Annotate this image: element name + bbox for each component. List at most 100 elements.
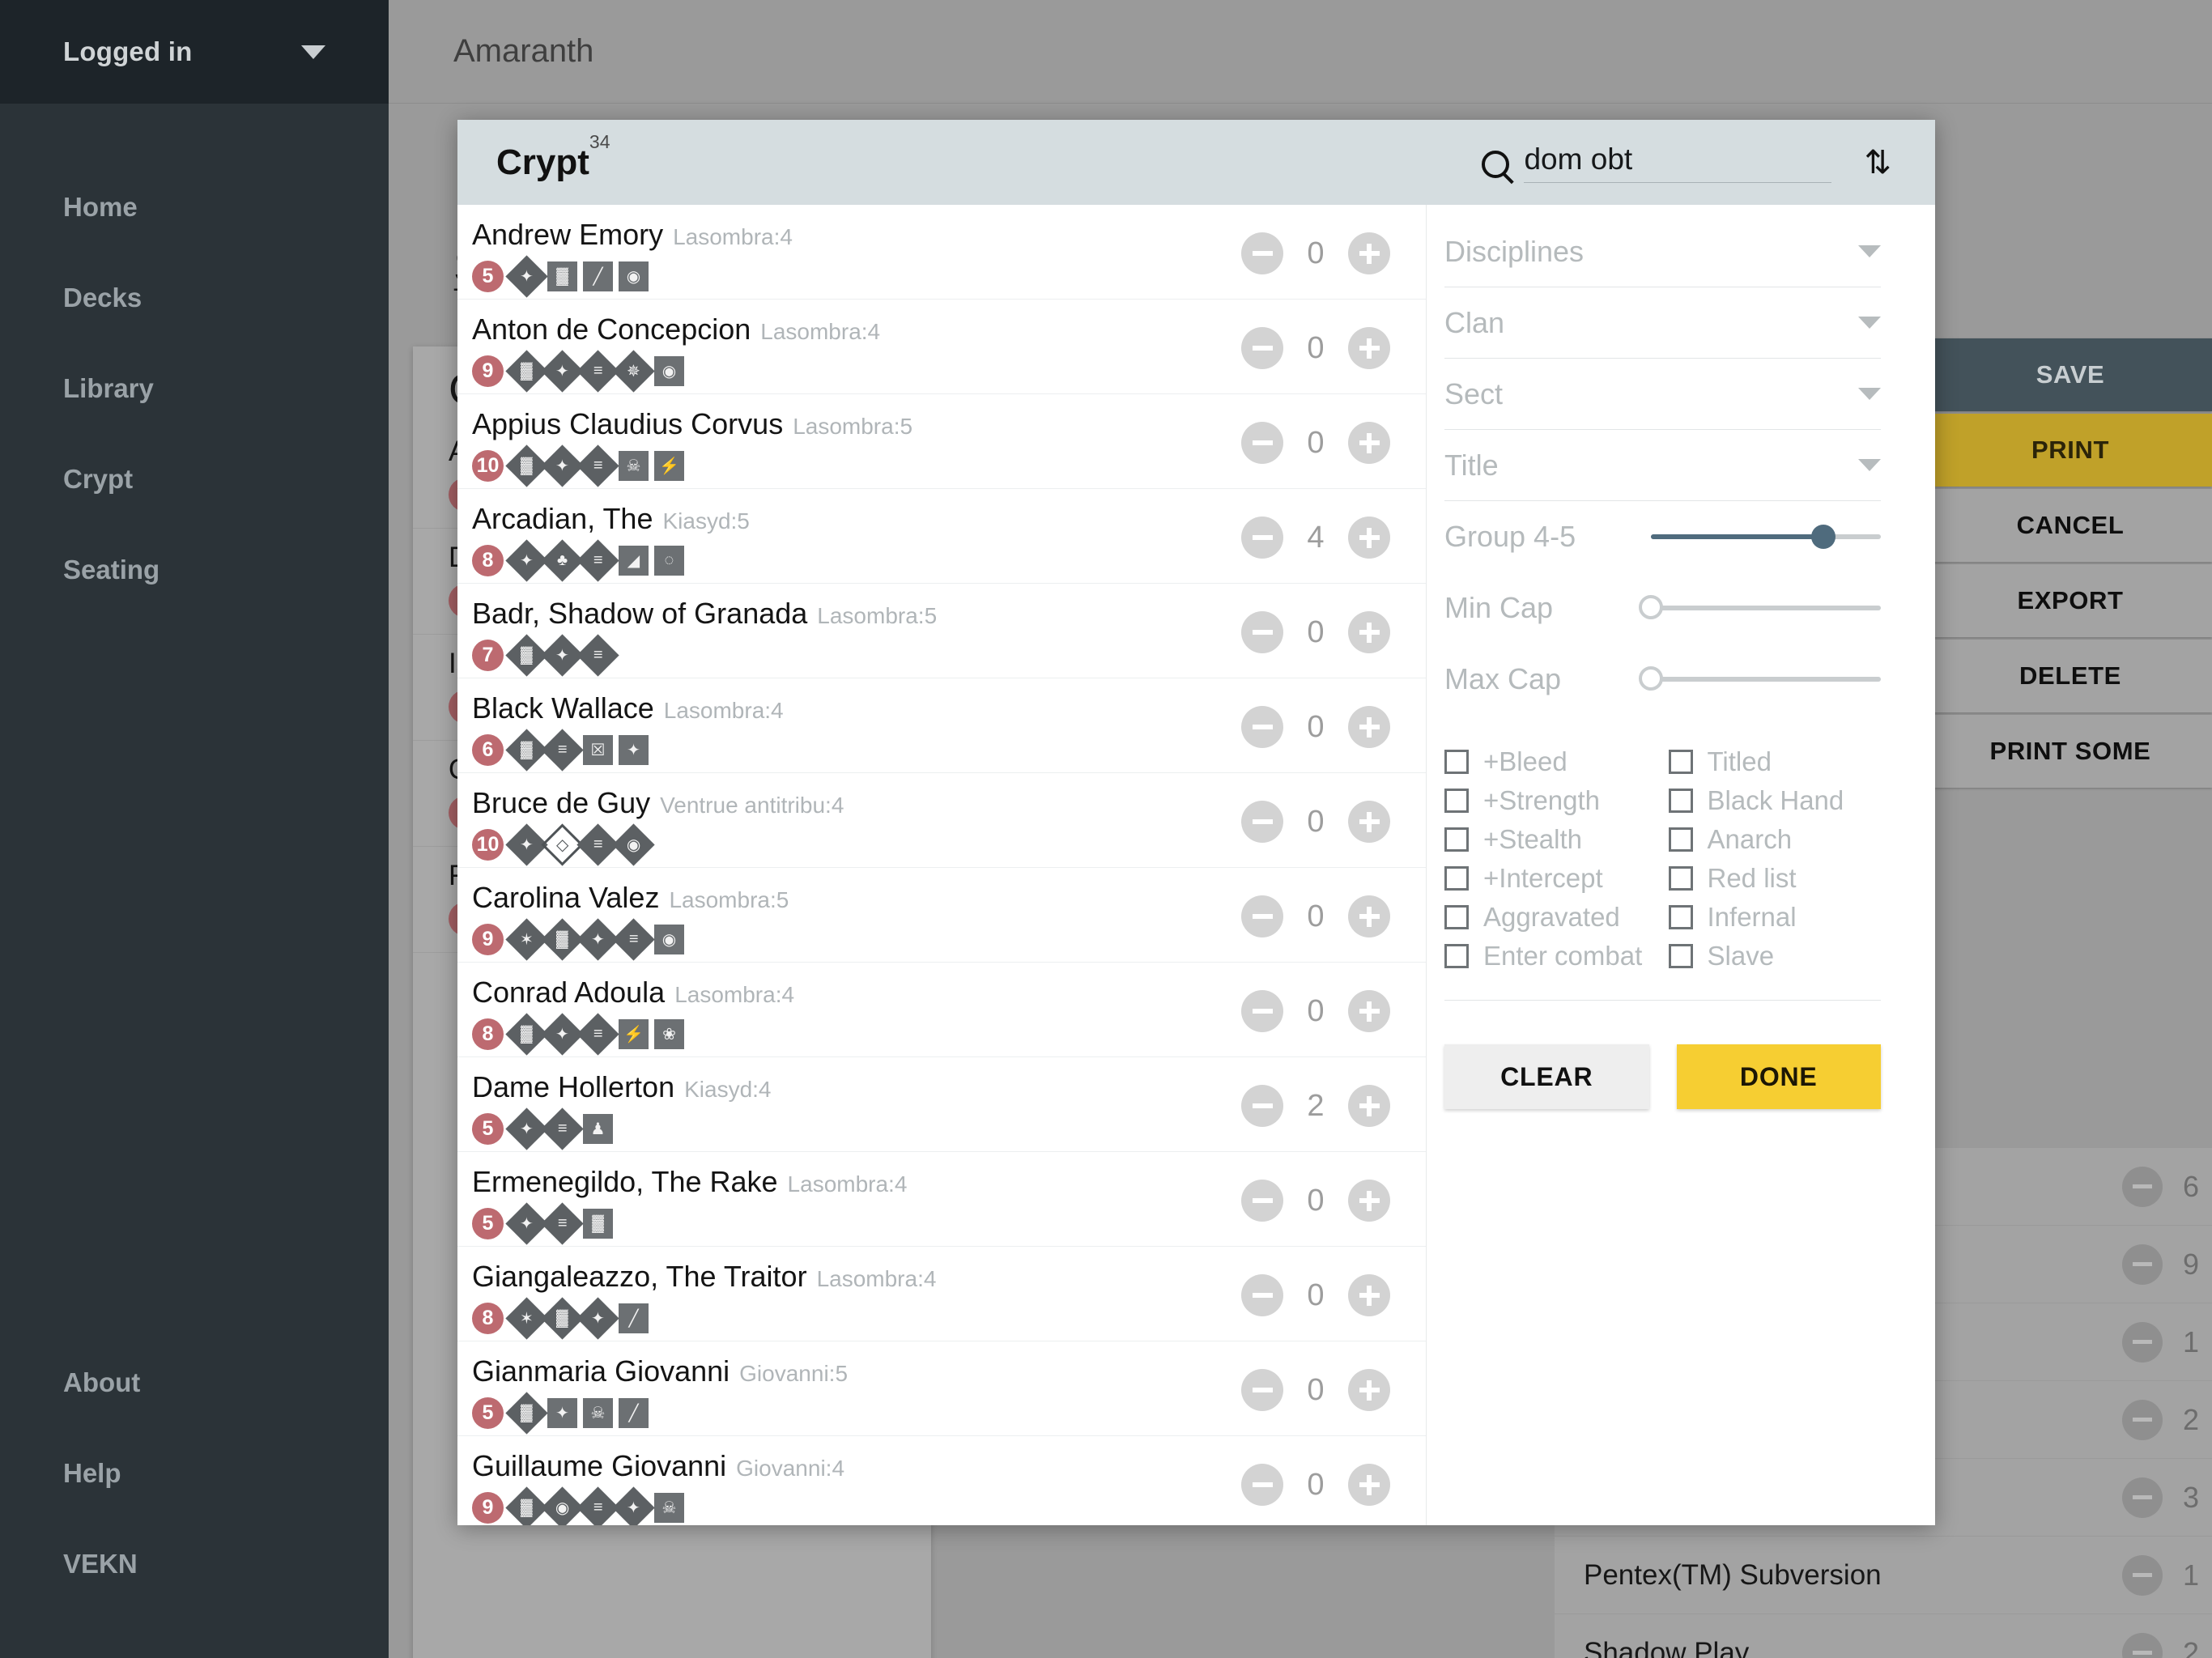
decrement-button[interactable]: [2122, 1166, 2163, 1207]
decrement-button[interactable]: [2122, 1244, 2163, 1285]
sidebar-item-library[interactable]: Library: [0, 343, 389, 434]
export-button[interactable]: EXPORT: [1929, 564, 2212, 637]
increment-button[interactable]: [1348, 327, 1390, 369]
decrement-button[interactable]: [1241, 611, 1283, 653]
increment-button[interactable]: [1348, 1464, 1390, 1506]
checkbox-infernal[interactable]: Infernal: [1668, 898, 1882, 937]
table-row[interactable]: Giangaleazzo, The Traitor Lasombra:4 8 ✶ ▓ ✦ ╱…: [457, 1247, 1426, 1341]
checkbox--bleed[interactable]: +Bleed: [1444, 742, 1657, 781]
sidebar-item-vekn[interactable]: VEKN: [0, 1519, 389, 1609]
filter-dropdown-disciplines[interactable]: Disciplines: [1444, 216, 1881, 287]
increment-button[interactable]: [1348, 801, 1390, 843]
filter-dropdown-clan[interactable]: Clan: [1444, 287, 1881, 359]
increment-button[interactable]: [1348, 611, 1390, 653]
checkbox-red-list[interactable]: Red list: [1668, 859, 1882, 898]
checkbox-titled[interactable]: Titled: [1668, 742, 1882, 781]
decrement-button[interactable]: [1241, 990, 1283, 1032]
filter-dropdown-sect[interactable]: Sect: [1444, 359, 1881, 430]
clear-button[interactable]: CLEAR: [1444, 1044, 1649, 1109]
checkbox-box[interactable]: [1668, 905, 1693, 929]
checkbox-box[interactable]: [1668, 750, 1693, 774]
table-row[interactable]: Carolina Valez Lasombra:5 9 ✶ ▓ ✦ ≡ ◉ 0: [457, 868, 1426, 963]
increment-button[interactable]: [1348, 895, 1390, 937]
checkbox--stealth[interactable]: +Stealth: [1444, 820, 1657, 859]
decrement-button[interactable]: [1241, 1180, 1283, 1222]
checkbox-box[interactable]: [1668, 789, 1693, 813]
decrement-button[interactable]: [1241, 895, 1283, 937]
checkbox--intercept[interactable]: +Intercept: [1444, 859, 1657, 898]
sidebar-item-seating[interactable]: Seating: [0, 525, 389, 615]
table-row[interactable]: Badr, Shadow of Granada Lasombra:5 7 ▓ ✦ ≡ 0: [457, 584, 1426, 678]
decrement-button[interactable]: [1241, 1464, 1283, 1506]
checkbox-black-hand[interactable]: Black Hand: [1668, 781, 1882, 820]
sidebar-item-crypt[interactable]: Crypt: [0, 434, 389, 525]
sort-updown-icon[interactable]: ⇅: [1864, 147, 1891, 179]
checkbox-box[interactable]: [1444, 866, 1469, 891]
increment-button[interactable]: [1348, 1274, 1390, 1316]
filter-slider-group-4-5[interactable]: Group 4-5: [1444, 501, 1881, 572]
decrement-button[interactable]: [1241, 1274, 1283, 1316]
sidebar-item-about[interactable]: About: [0, 1337, 389, 1428]
table-row[interactable]: Black Wallace Lasombra:4 6 ▓ ≡ ☒ ✦ 0: [457, 678, 1426, 773]
checkbox-slave[interactable]: Slave: [1668, 937, 1882, 976]
print-some-button[interactable]: PRINT SOME: [1929, 715, 2212, 788]
table-row[interactable]: Anton de Concepcion Lasombra:4 9 ▓ ✦ ≡ ✵ ◉ 0: [457, 300, 1426, 394]
print-button[interactable]: PRINT: [1929, 414, 2212, 487]
cancel-button[interactable]: CANCEL: [1929, 489, 2212, 562]
sidebar-item-home[interactable]: Home: [0, 162, 389, 253]
crypt-card-list[interactable]: Andrew Emory Lasombra:4 5 ✦ ▓ ╱ ◉ 0 Anton de Con…: [457, 205, 1426, 1525]
checkbox-box[interactable]: [1444, 789, 1469, 813]
slider-handle[interactable]: [1811, 525, 1836, 549]
decrement-button[interactable]: [1241, 1085, 1283, 1127]
decrement-button[interactable]: [2122, 1321, 2163, 1363]
checkbox-aggravated[interactable]: Aggravated: [1444, 898, 1657, 937]
increment-button[interactable]: [1348, 990, 1390, 1032]
table-row[interactable]: Arcadian, The Kiasyd:5 8 ✦ ♣ ≡ ◢ ◌ 4: [457, 489, 1426, 584]
decrement-button[interactable]: [2122, 1554, 2163, 1596]
filter-dropdown-title[interactable]: Title: [1444, 430, 1881, 501]
decrement-button[interactable]: [1241, 232, 1283, 274]
table-row[interactable]: Appius Claudius Corvus Lasombra:5 10 ▓ ✦ ≡ ☠ ⚡ 0: [457, 394, 1426, 489]
table-row[interactable]: Guillaume Giovanni Giovanni:4 9 ▓ ◉ ≡ ✦ ☠ 0: [457, 1436, 1426, 1525]
table-row[interactable]: Gianmaria Giovanni Giovanni:5 5 ▓ ✦ ☠ ╱ 0: [457, 1341, 1426, 1436]
checkbox-box[interactable]: [1444, 944, 1469, 968]
sidebar-item-decks[interactable]: Decks: [0, 253, 389, 343]
decrement-button[interactable]: [2122, 1632, 2163, 1658]
increment-button[interactable]: [1348, 232, 1390, 274]
delete-button[interactable]: DELETE: [1929, 640, 2212, 712]
slider-track[interactable]: [1639, 595, 1881, 619]
decrement-button[interactable]: [1241, 517, 1283, 559]
decrement-button[interactable]: [2122, 1399, 2163, 1440]
table-row[interactable]: Bruce de Guy Ventrue antitribu:4 10 ✦ ◇ ≡ ◉ 0: [457, 773, 1426, 868]
increment-button[interactable]: [1348, 1085, 1390, 1127]
decrement-button[interactable]: [1241, 1369, 1283, 1411]
search-input[interactable]: dom obt: [1524, 142, 1832, 183]
increment-button[interactable]: [1348, 706, 1390, 748]
decrement-button[interactable]: [2122, 1477, 2163, 1518]
slider-handle[interactable]: [1639, 595, 1663, 619]
increment-button[interactable]: [1348, 1180, 1390, 1222]
decrement-button[interactable]: [1241, 801, 1283, 843]
decrement-button[interactable]: [1241, 327, 1283, 369]
slider-track[interactable]: [1651, 525, 1881, 549]
checkbox-anarch[interactable]: Anarch: [1668, 820, 1882, 859]
decrement-button[interactable]: [1241, 706, 1283, 748]
done-button[interactable]: DONE: [1676, 1044, 1881, 1109]
sidebar-item-help[interactable]: Help: [0, 1428, 389, 1519]
checkbox-box[interactable]: [1444, 750, 1469, 774]
save-button[interactable]: SAVE: [1929, 338, 2212, 411]
filter-slider-min-cap[interactable]: Min Cap: [1444, 572, 1881, 644]
table-row[interactable]: Andrew Emory Lasombra:4 5 ✦ ▓ ╱ ◉ 0: [457, 205, 1426, 300]
slider-track[interactable]: [1639, 666, 1881, 691]
account-menu[interactable]: Logged in: [0, 0, 389, 104]
table-row[interactable]: Dame Hollerton Kiasyd:4 5 ✦ ≡ ♟ 2: [457, 1057, 1426, 1152]
decrement-button[interactable]: [1241, 422, 1283, 464]
checkbox-box[interactable]: [1668, 827, 1693, 852]
checkbox-enter-combat[interactable]: Enter combat: [1444, 937, 1657, 976]
search-box[interactable]: dom obt: [1482, 142, 1832, 183]
checkbox-box[interactable]: [1444, 827, 1469, 852]
checkbox-box[interactable]: [1668, 944, 1693, 968]
table-row[interactable]: Conrad Adoula Lasombra:4 8 ▓ ✦ ≡ ⚡ ❀ 0: [457, 963, 1426, 1057]
checkbox-box[interactable]: [1668, 866, 1693, 891]
checkbox-box[interactable]: [1444, 905, 1469, 929]
